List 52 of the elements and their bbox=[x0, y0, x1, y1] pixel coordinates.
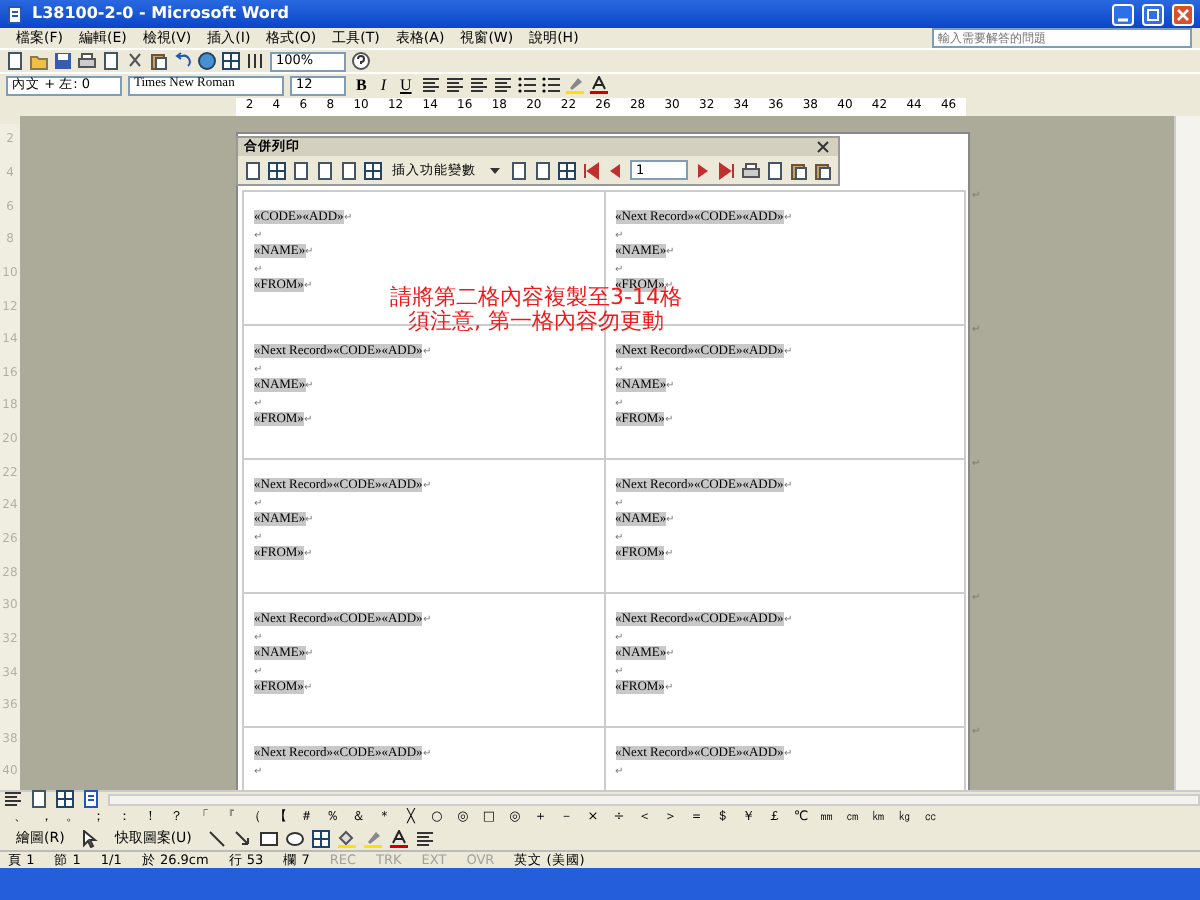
table-icon[interactable] bbox=[268, 161, 286, 179]
line-style-icon[interactable] bbox=[415, 829, 434, 847]
line-icon[interactable] bbox=[207, 829, 226, 847]
pointer-icon[interactable] bbox=[80, 829, 99, 847]
table-icon[interactable] bbox=[364, 161, 382, 179]
line-color-icon[interactable] bbox=[363, 829, 382, 847]
help-icon[interactable] bbox=[352, 52, 370, 70]
page-icon[interactable] bbox=[766, 161, 784, 179]
align-icon[interactable] bbox=[469, 76, 488, 94]
columns-icon[interactable] bbox=[246, 52, 264, 70]
document-icon[interactable] bbox=[244, 161, 262, 179]
undo-icon[interactable] bbox=[174, 52, 192, 70]
window-title: L38100-2-0 - Microsoft Word bbox=[32, 6, 290, 22]
paste-icon[interactable] bbox=[150, 52, 168, 70]
font-color-icon[interactable] bbox=[589, 76, 608, 94]
maximize-icon[interactable] bbox=[1144, 5, 1162, 23]
printer-icon[interactable] bbox=[78, 52, 96, 70]
align-icon[interactable] bbox=[445, 76, 464, 94]
view-icon[interactable] bbox=[4, 790, 22, 808]
new-document-icon[interactable] bbox=[6, 52, 24, 70]
horizontal-scrollbar[interactable] bbox=[108, 793, 1200, 805]
list-icon[interactable] bbox=[541, 76, 560, 94]
rectangle-icon[interactable] bbox=[259, 829, 278, 847]
next-record-icon[interactable] bbox=[694, 161, 712, 179]
print-preview-icon[interactable] bbox=[102, 52, 120, 70]
first-record-icon[interactable] bbox=[582, 161, 600, 179]
scissors-icon[interactable] bbox=[126, 52, 144, 70]
table-icon[interactable] bbox=[558, 161, 576, 179]
align-icon[interactable] bbox=[421, 76, 440, 94]
align-icon[interactable] bbox=[493, 76, 512, 94]
view-icon[interactable] bbox=[82, 790, 100, 808]
table-icon[interactable] bbox=[222, 52, 240, 70]
close-icon[interactable] bbox=[814, 138, 832, 156]
font-color-icon[interactable] bbox=[389, 829, 408, 847]
italic-button[interactable]: I bbox=[376, 77, 391, 93]
document-icon bbox=[6, 5, 24, 23]
oval-icon[interactable] bbox=[285, 829, 304, 847]
previous-record-icon[interactable] bbox=[606, 161, 624, 179]
printer-icon[interactable] bbox=[742, 161, 760, 179]
save-icon[interactable] bbox=[54, 52, 72, 70]
underline-button[interactable]: U bbox=[396, 77, 416, 93]
last-record-icon[interactable] bbox=[718, 161, 736, 179]
fill-color-icon[interactable] bbox=[337, 829, 356, 847]
annotation-text: 請將第二格內容複製至3-14格 bbox=[390, 286, 682, 310]
vertical-scrollbar[interactable] bbox=[1174, 116, 1200, 790]
view-icon[interactable] bbox=[30, 790, 48, 808]
arrow-icon[interactable] bbox=[233, 829, 252, 847]
folder-icon[interactable] bbox=[30, 52, 48, 70]
annotation-text: 須注意, 第一格內容勿更動 bbox=[405, 309, 666, 333]
view-icon[interactable] bbox=[56, 790, 74, 808]
bold-button[interactable]: B bbox=[352, 77, 371, 93]
list-icon[interactable] bbox=[517, 76, 536, 94]
